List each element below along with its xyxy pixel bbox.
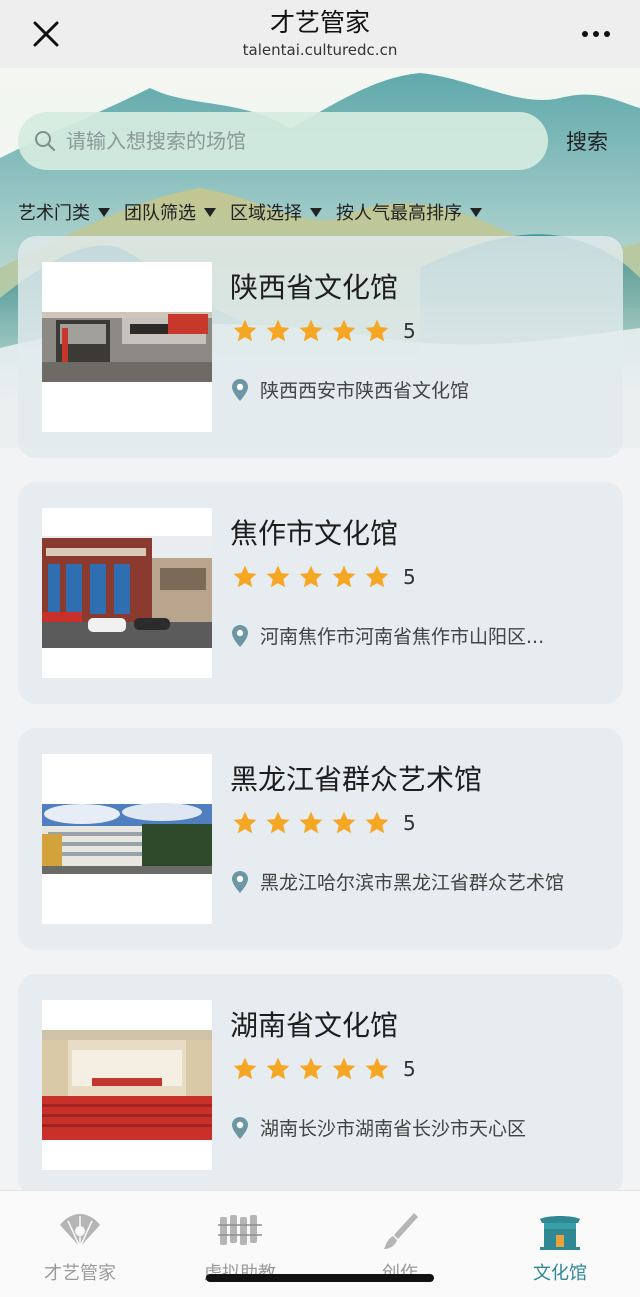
venue-name: 湖南省文化馆 — [230, 1009, 399, 1042]
museum-building-icon — [538, 1211, 582, 1251]
filter-label: 艺术门类 — [18, 203, 90, 224]
rating-stars: 5 — [232, 1056, 416, 1082]
search-button[interactable]: 搜索 — [566, 126, 608, 156]
star-icon — [266, 811, 290, 834]
rating-value: 5 — [403, 1057, 416, 1081]
star-icon — [332, 565, 356, 588]
star-icon — [233, 319, 257, 342]
star-icon — [299, 811, 323, 834]
tab-talent-manager[interactable]: 才艺管家 — [0, 1211, 160, 1285]
search-input[interactable] — [64, 128, 508, 154]
search-icon — [32, 128, 58, 154]
venue-card[interactable]: 湖南省文化馆 5 湖南长沙市湖南省长沙市天心区 — [18, 974, 623, 1196]
brush-icon — [378, 1211, 422, 1251]
venue-card[interactable]: 黑龙江省群众艺术馆 5 黑龙江哈尔滨市黑龙江省群众艺术馆 — [18, 728, 623, 950]
star-icon — [365, 1057, 389, 1080]
dropdown-triangle-icon — [204, 207, 216, 217]
venue-photo — [42, 508, 212, 678]
rating-stars: 5 — [232, 564, 416, 590]
star-icon — [299, 565, 323, 588]
address-text: 湖南长沙市湖南省长沙市天心区 — [260, 1118, 527, 1140]
tab-culture-center[interactable]: 文化馆 — [480, 1211, 640, 1285]
venue-name: 黑龙江省群众艺术馆 — [230, 763, 483, 796]
star-icon — [332, 319, 356, 342]
address-text: 陕西西安市陕西省文化馆 — [260, 380, 470, 402]
rating-stars: 5 — [232, 318, 416, 344]
top-nav-bar: 才艺管家 talentai.culturedc.cn — [0, 0, 640, 68]
venue-card[interactable]: 陕西省文化馆 5 陕西西安市陕西省文化馆 — [18, 236, 623, 458]
rating-value: 5 — [403, 811, 416, 835]
filter-team[interactable]: 团队筛选 — [124, 198, 216, 226]
tab-label: 才艺管家 — [44, 1263, 116, 1284]
bamboo-slips-icon — [218, 1211, 262, 1251]
star-icon — [299, 1057, 323, 1080]
star-icon — [365, 565, 389, 588]
filter-bar: 艺术门类 团队筛选 区域选择 按人气最高排序 — [18, 198, 482, 226]
star-icon — [332, 811, 356, 834]
star-icon — [233, 1057, 257, 1080]
filter-label: 团队筛选 — [124, 203, 196, 224]
venue-photo — [42, 754, 212, 924]
search-bar[interactable] — [18, 112, 548, 170]
rating-value: 5 — [403, 565, 416, 589]
star-icon — [233, 565, 257, 588]
location-pin-icon — [232, 870, 248, 893]
page-url: talentai.culturedc.cn — [242, 41, 398, 59]
venue-address: 湖南长沙市湖南省长沙市天心区 — [230, 1114, 610, 1141]
star-icon — [332, 1057, 356, 1080]
page-title: 才艺管家 — [269, 8, 370, 37]
rating-value: 5 — [403, 319, 416, 343]
dropdown-triangle-icon — [470, 207, 482, 217]
star-icon — [299, 319, 323, 342]
star-icon — [266, 319, 290, 342]
home-indicator — [206, 1274, 434, 1282]
location-pin-icon — [232, 378, 248, 401]
venue-name: 焦作市文化馆 — [230, 517, 399, 550]
venue-card[interactable]: 焦作市文化馆 5 河南焦作市河南省焦作市山阳区... — [18, 482, 623, 704]
rating-stars: 5 — [232, 810, 416, 836]
star-icon — [266, 565, 290, 588]
location-pin-icon — [232, 624, 248, 647]
star-icon — [233, 811, 257, 834]
address-text: 黑龙江哈尔滨市黑龙江省群众艺术馆 — [260, 872, 565, 894]
fan-icon — [58, 1211, 102, 1251]
venue-address: 陕西西安市陕西省文化馆 — [230, 376, 610, 403]
venue-address: 黑龙江哈尔滨市黑龙江省群众艺术馆 — [230, 868, 610, 895]
star-icon — [365, 811, 389, 834]
dropdown-triangle-icon — [310, 207, 322, 217]
venue-name: 陕西省文化馆 — [230, 271, 399, 304]
star-icon — [266, 1057, 290, 1080]
venue-photo — [42, 262, 212, 432]
venue-address: 河南焦作市河南省焦作市山阳区... — [230, 622, 610, 649]
filter-label: 区域选择 — [230, 203, 302, 224]
filter-art-category[interactable]: 艺术门类 — [18, 198, 110, 226]
more-dots-icon[interactable] — [576, 22, 616, 46]
dropdown-triangle-icon — [98, 207, 110, 217]
tab-label: 文化馆 — [533, 1263, 587, 1284]
star-icon — [365, 319, 389, 342]
address-text: 河南焦作市河南省焦作市山阳区... — [260, 626, 545, 648]
location-pin-icon — [232, 1116, 248, 1139]
filter-region[interactable]: 区域选择 — [230, 198, 322, 226]
filter-label: 按人气最高排序 — [336, 203, 462, 224]
venue-photo — [42, 1000, 212, 1170]
filter-sort-popularity[interactable]: 按人气最高排序 — [336, 198, 482, 226]
